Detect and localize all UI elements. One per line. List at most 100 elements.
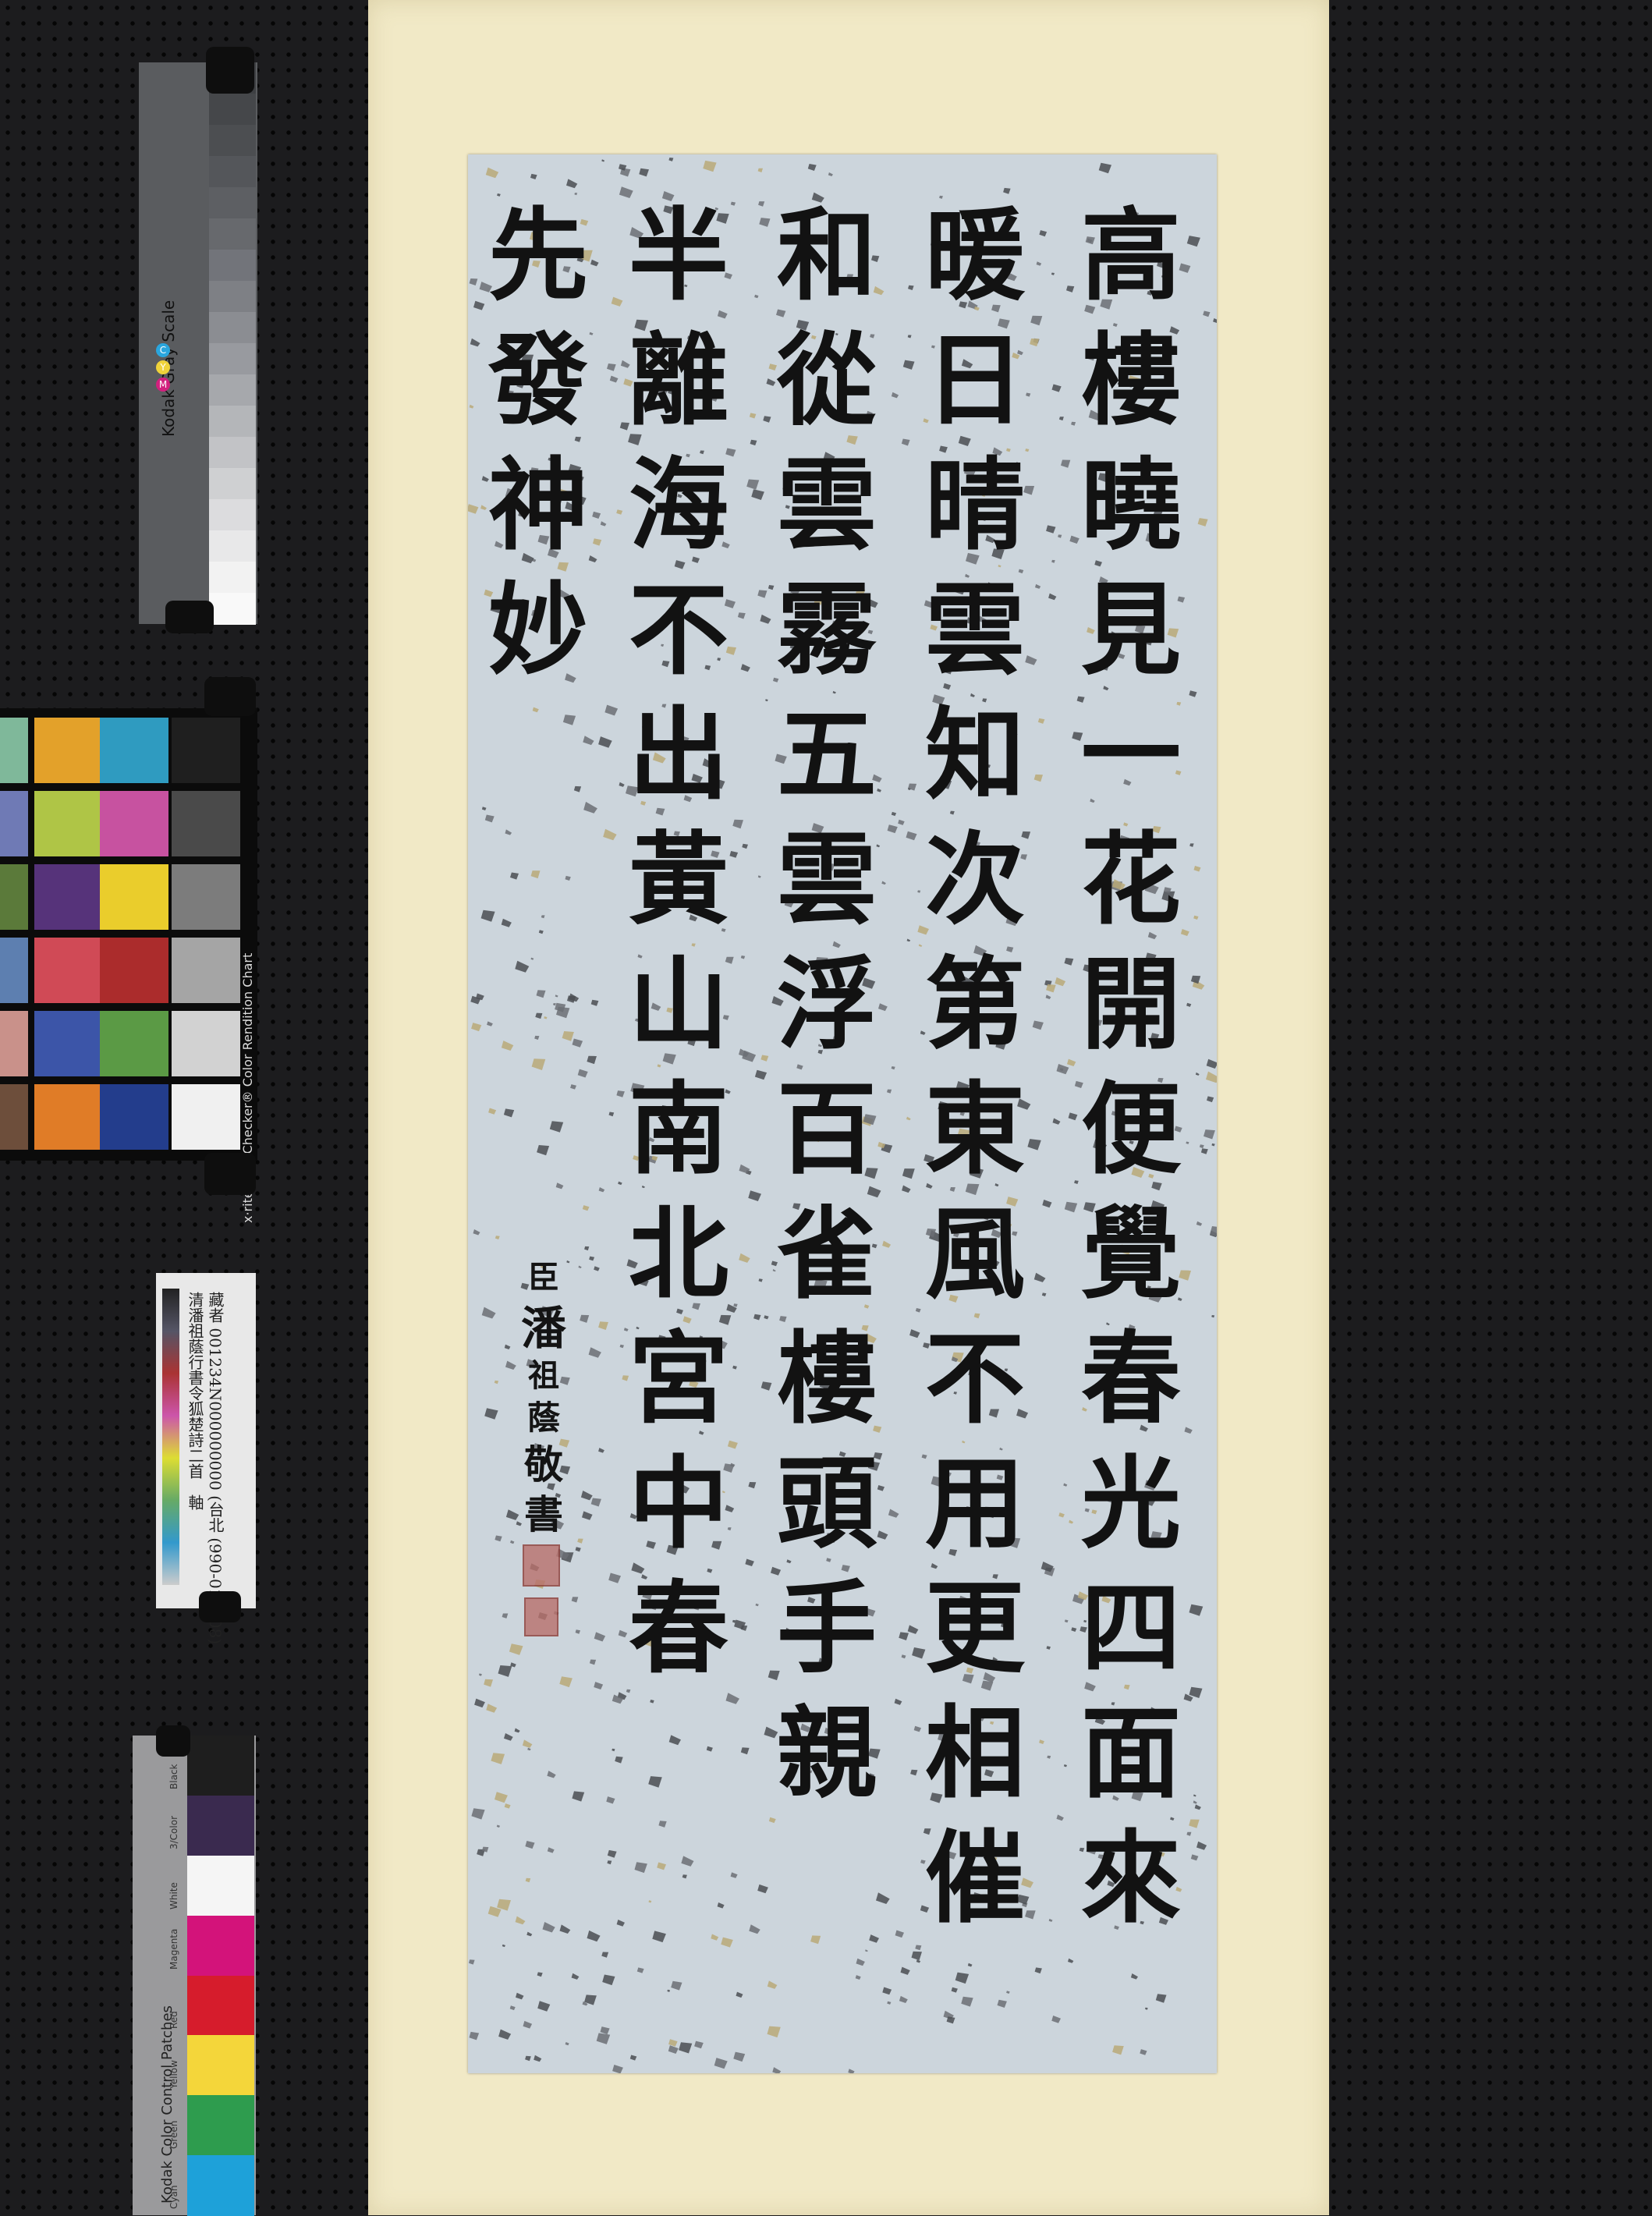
- paper-flake: [658, 1821, 667, 1828]
- paper-flake: [503, 1108, 515, 1118]
- paper-flake: [1145, 2007, 1148, 2010]
- paper-flake: [828, 172, 833, 176]
- gray-step: [209, 562, 256, 594]
- paper-flake: [1098, 162, 1111, 174]
- paper-flake: [855, 1975, 861, 1980]
- clip-tab: [204, 677, 256, 716]
- paper-flake: [537, 2001, 551, 2012]
- kodak-color-control-patches: Black 3/Color White Magenta Red Yellow Green Cy…: [133, 1736, 256, 2216]
- paper-flake: [537, 1972, 543, 1977]
- calligraphy-char: 黃: [628, 821, 729, 938]
- color-checker-chart: x·rite ColorChecker® Color Rendition Cha…: [0, 708, 257, 1223]
- paper-flake: [668, 1735, 681, 1746]
- paper-flake: [634, 1862, 647, 1874]
- calligraphy-column-4: 半離海不出黃山南北宮中春: [608, 193, 749, 1691]
- paper-flake: [530, 957, 534, 960]
- control-patch-name: White: [168, 1881, 179, 1909]
- paper-flake: [650, 1700, 654, 1704]
- gray-step: [209, 343, 256, 375]
- paper-flake: [538, 930, 544, 934]
- color-patch: [172, 718, 240, 783]
- gray-step: [209, 187, 256, 219]
- calligraphy-char: 不: [924, 1321, 1025, 1438]
- paper-flake: [1140, 2049, 1147, 2055]
- calligraphy-char: 開: [1080, 946, 1181, 1063]
- paper-flake: [749, 1924, 760, 1934]
- gray-step: [209, 374, 256, 406]
- paper-flake: [580, 1491, 593, 1501]
- control-patch: [187, 1855, 254, 1916]
- paper-flake: [596, 2033, 611, 2044]
- paper-flake: [587, 1930, 601, 1942]
- calligraphy-char: 從: [776, 322, 877, 439]
- calligraphy-char: 來: [1080, 1820, 1181, 1937]
- color-patch: [34, 864, 103, 930]
- paper-flake: [494, 1380, 499, 1385]
- paper-flake: [607, 1860, 612, 1865]
- paper-flake: [562, 714, 576, 725]
- paper-flake: [706, 1746, 713, 1752]
- color-patch: [100, 718, 168, 783]
- paper-flake: [559, 1924, 571, 1934]
- paper-flake: [572, 1791, 585, 1802]
- gray-step: [209, 312, 256, 344]
- gray-step: [209, 94, 256, 126]
- paper-flake: [573, 785, 582, 792]
- paper-flake: [594, 1682, 604, 1689]
- calligraphy-char: 百: [776, 1071, 877, 1188]
- paper-flake: [498, 1665, 512, 1677]
- paper-flake: [1046, 525, 1056, 534]
- paper-flake: [615, 1756, 623, 1764]
- color-patch: [34, 718, 103, 783]
- calligraphy-char: 日: [924, 322, 1025, 439]
- paper-flake: [594, 1266, 600, 1271]
- calligraphy-char: 和: [776, 197, 877, 314]
- calligraphy-char: 晴: [924, 447, 1025, 564]
- paper-flake: [534, 2055, 542, 2062]
- paper-flake: [1207, 1096, 1214, 1103]
- calligraphy-column-3: 和從雲霧五雲浮百雀樓頭手親: [757, 193, 897, 1816]
- color-patch: [100, 791, 168, 856]
- paper-flake: [1155, 1994, 1167, 2003]
- signature-char: 潘: [521, 1302, 567, 1355]
- paper-flake: [523, 2020, 533, 2029]
- paper-flake: [895, 1930, 904, 1938]
- paper-flake: [757, 168, 763, 172]
- calligraphy-char: 宮: [628, 1321, 729, 1438]
- paper-flake: [515, 960, 530, 973]
- paper-flake: [711, 1934, 719, 1941]
- paper-flake: [767, 2026, 781, 2038]
- paper-flake: [530, 173, 537, 179]
- paper-flake: [1130, 1973, 1138, 1980]
- paper-flake: [589, 1659, 597, 1665]
- calligraphy-char: 一: [1080, 697, 1181, 814]
- paper-flake: [1048, 593, 1057, 601]
- paper-flake: [471, 1808, 485, 1820]
- paper-flake: [598, 1187, 605, 1193]
- gray-step: [209, 468, 256, 500]
- paper-flake: [721, 1937, 733, 1948]
- paper-flake: [502, 1944, 505, 1948]
- paper-flake: [547, 1847, 555, 1853]
- color-patch: [34, 791, 103, 856]
- catalog-label-strip: 藏者 001234N000000000 (台北 (990-013108) 清潘祖…: [156, 1273, 256, 1644]
- calligraphy-column-1: 高樓曉見一花開便覺春光四面來: [1061, 193, 1201, 1941]
- calligraphy-char: 霧: [776, 572, 877, 689]
- calligraphy-panel: 高樓曉見一花開便覺春光四面來 暖日晴雲知次第東風不用更相催 和從雲霧五雲浮百雀樓…: [468, 154, 1217, 2073]
- paper-flake: [911, 1951, 922, 1961]
- paper-flake: [681, 1856, 694, 1867]
- gray-step: [209, 499, 256, 531]
- calligraphy-column-2: 暖日晴雲知次第東風不用更相催: [905, 193, 1045, 1941]
- paper-flake: [549, 1121, 564, 1133]
- paper-flake: [1068, 1958, 1074, 1963]
- paper-flake: [469, 2031, 480, 2040]
- clip-tab: [206, 47, 254, 94]
- control-patch: [187, 1795, 254, 1856]
- artwork-title-text: 清潘祖蔭行書令狐楚詩二首 軸: [186, 1292, 204, 1510]
- paper-flake: [590, 1498, 601, 1507]
- calligraphy-char: 出: [628, 697, 729, 814]
- magenta-marker: M: [156, 378, 170, 392]
- paper-flake: [1051, 384, 1062, 392]
- gray-step: [209, 125, 256, 157]
- paper-flake: [856, 1958, 865, 1966]
